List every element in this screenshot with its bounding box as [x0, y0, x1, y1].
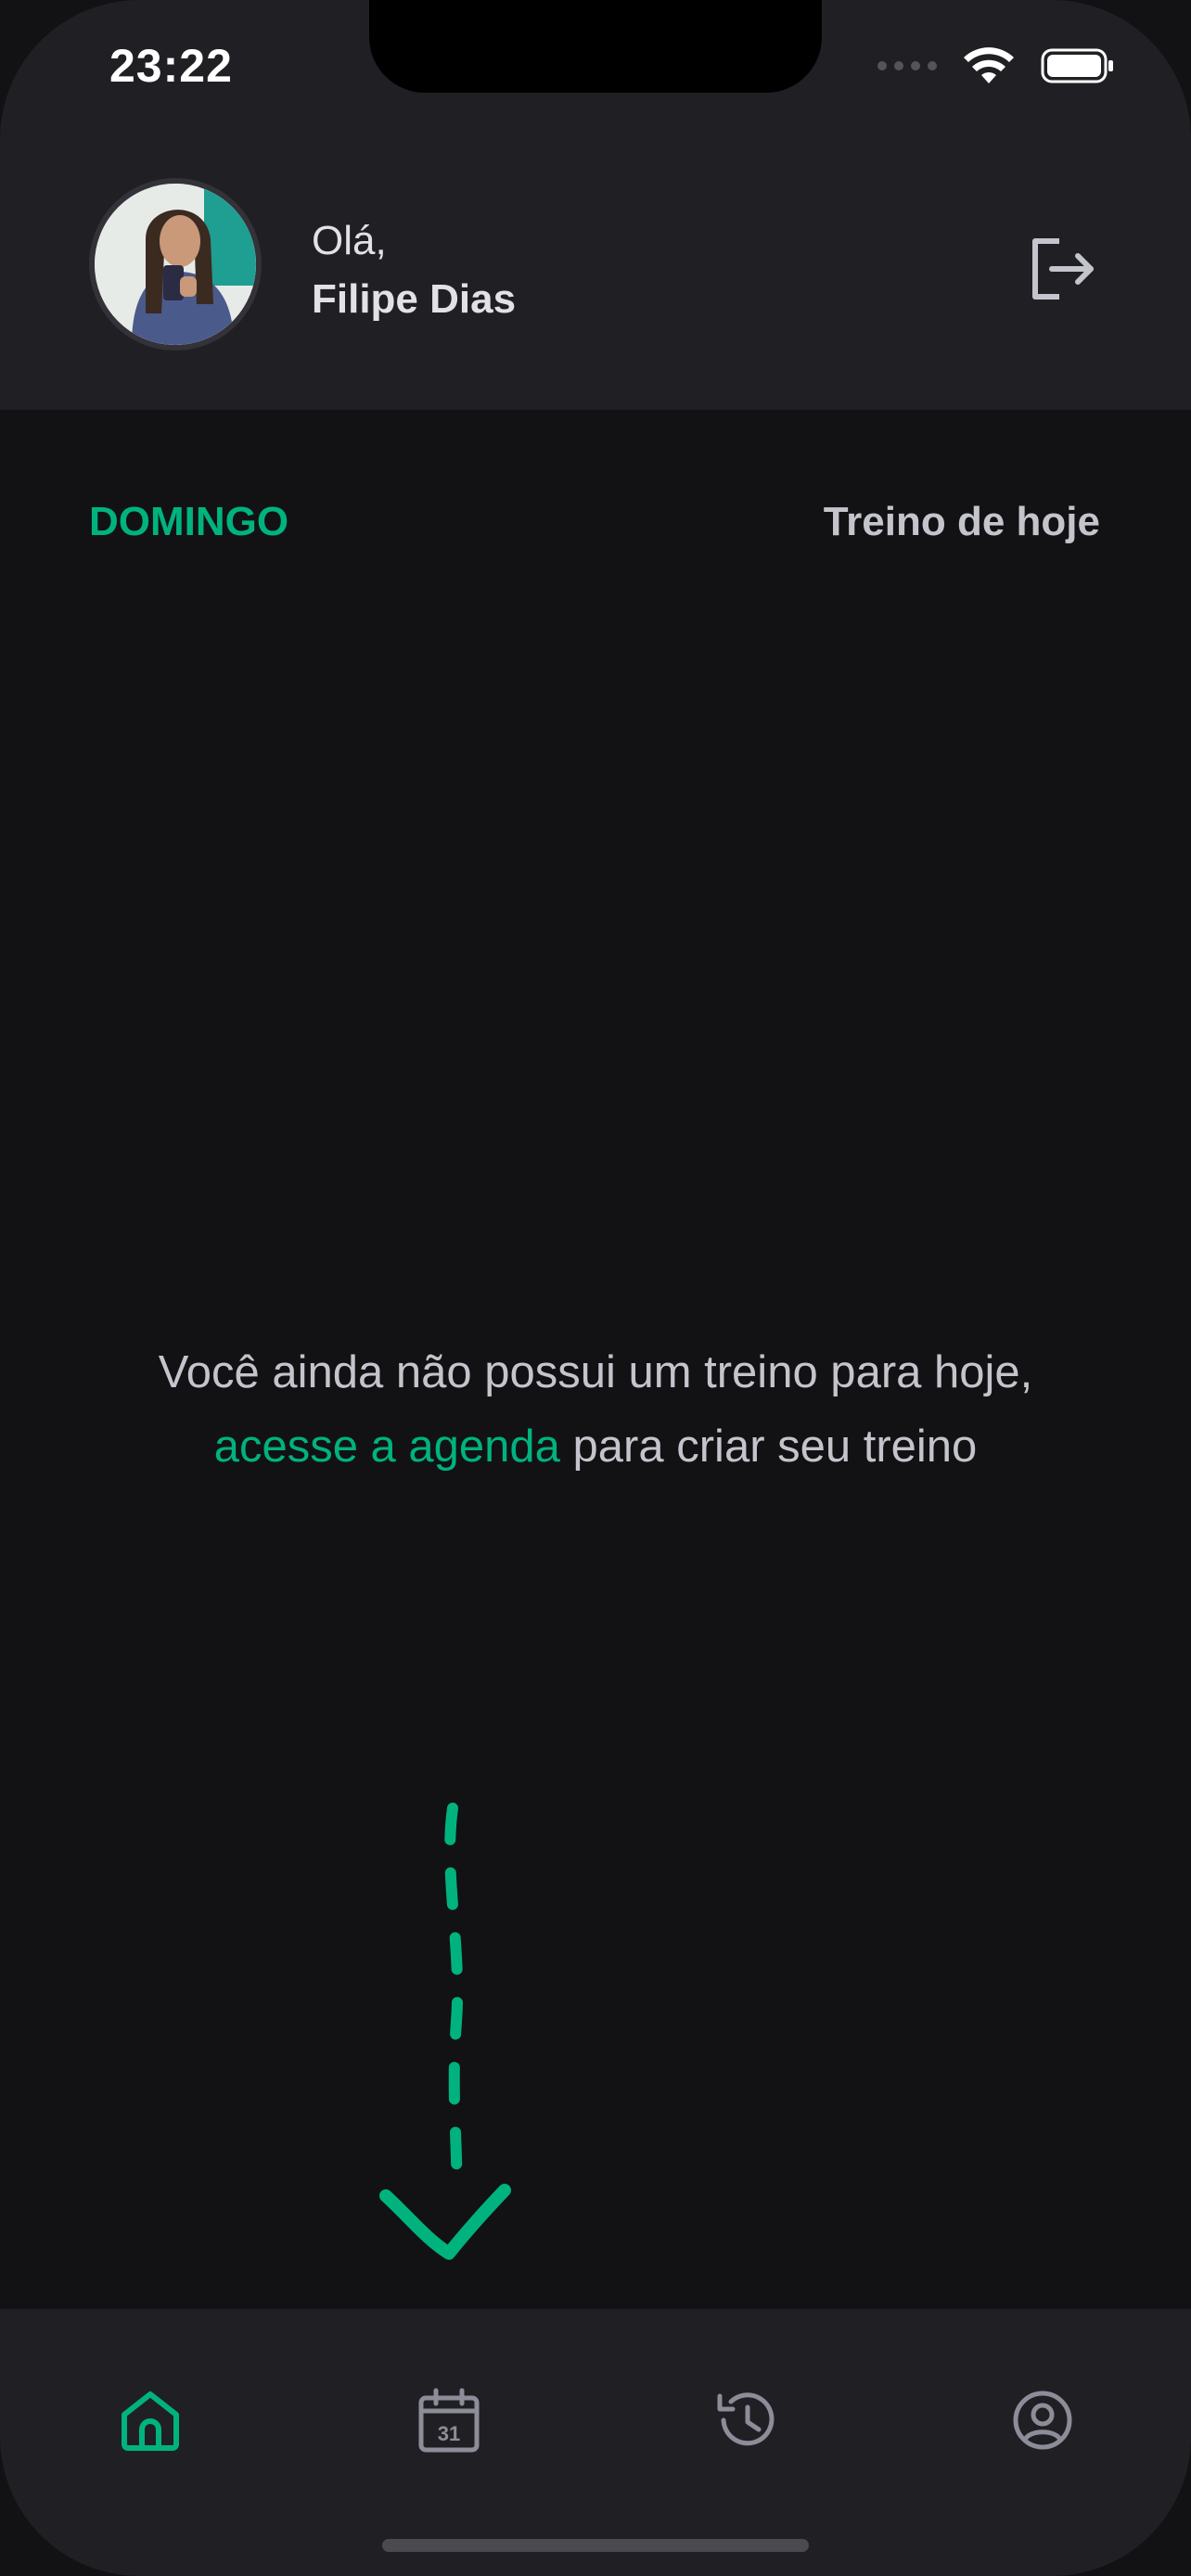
empty-state-message: Você ainda não possui um treino para hoj…	[0, 1335, 1191, 1484]
calendar-icon[interactable]: 31	[412, 2383, 486, 2457]
user-photo	[95, 184, 256, 345]
user-name: Filipe Dias	[312, 276, 517, 322]
greeting-text: Olá,	[312, 218, 387, 263]
section-title: Treino de hoje	[823, 499, 1100, 544]
status-time: 23:22	[109, 40, 233, 92]
battery-icon	[1041, 48, 1113, 83]
home-icon[interactable]	[113, 2383, 187, 2457]
history-icon[interactable]	[709, 2383, 783, 2457]
status-icons	[877, 46, 1115, 85]
schedule-link[interactable]: acesse a agenda	[214, 1422, 560, 1472]
calendar-date-label: 31	[438, 2422, 460, 2445]
cellular-signal-icon	[877, 61, 937, 70]
empty-state-line2-rest: para criar seu treino	[559, 1422, 978, 1472]
wifi-icon	[964, 47, 1014, 83]
dashed-arrow-down-icon	[379, 1803, 511, 2260]
device-notch	[369, 0, 822, 93]
avatar[interactable]	[89, 178, 262, 351]
home-indicator[interactable]	[382, 2539, 809, 2552]
app-screen: 23:22 Olá, Filipe Dias DOMINGO Treino de…	[0, 0, 1191, 2576]
profile-icon[interactable]	[1005, 2383, 1080, 2457]
schedule-header: DOMINGO Treino de hoje	[89, 499, 1100, 545]
empty-state-line1: Você ainda não possui um treino para hoj…	[158, 1347, 1033, 1397]
logout-icon[interactable]	[1026, 232, 1100, 306]
greeting: Olá, Filipe Dias	[312, 215, 516, 332]
weekday-label: DOMINGO	[89, 499, 289, 544]
empty-state-line2: acesse a agenda para criar seu treino	[0, 1409, 1191, 1484]
